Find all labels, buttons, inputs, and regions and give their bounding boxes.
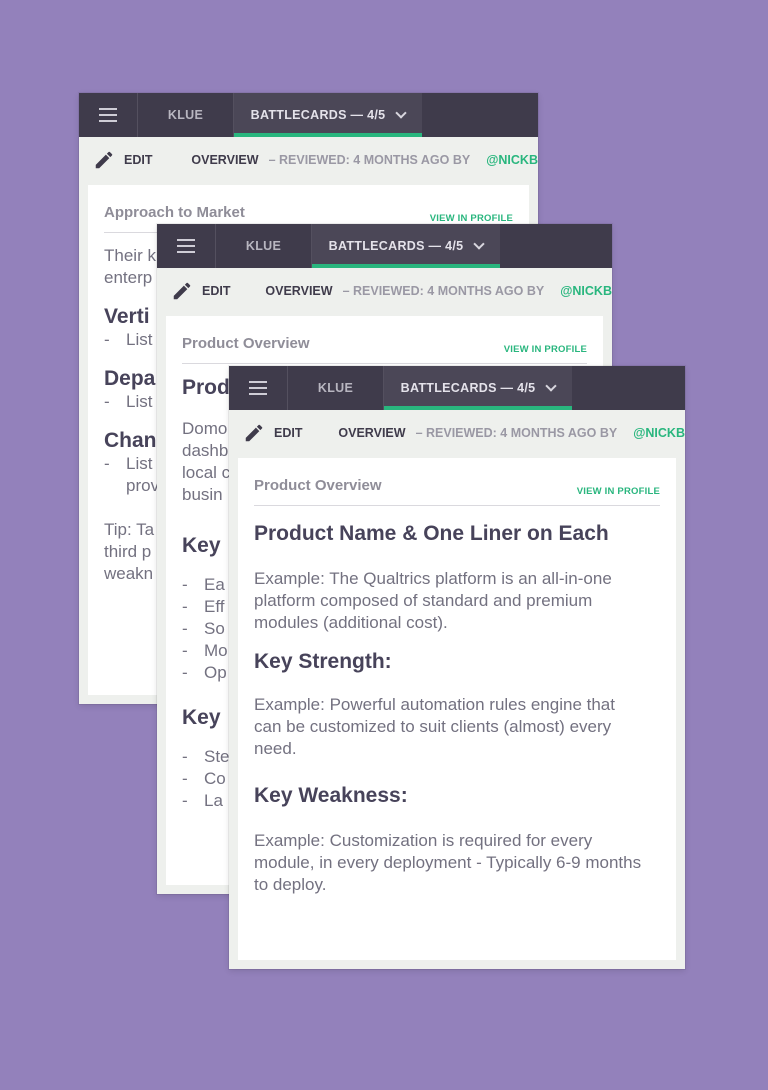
overview-label: OVERVIEW [265,284,333,298]
edit-label: EDIT [202,284,231,298]
key-strength-heading: Key Strength: [254,650,392,673]
edit-label: EDIT [124,153,153,167]
edit-label: EDIT [274,426,303,440]
section-title: Product Overview [254,477,382,494]
reviewed-status: – REVIEWED: 4 MONTHS AGO BY [268,153,471,167]
top-nav: KLUE BATTLECARDS — 4/5 [229,366,685,410]
chevron-down-icon[interactable] [545,379,558,392]
reviewed-status: – REVIEWED: 4 MONTHS AGO BY [342,284,545,298]
top-nav: KLUE BATTLECARDS — 4/5 [157,224,612,268]
tab-battlecards-label: BATTLECARDS — 4/5 [400,381,536,395]
overview-label: OVERVIEW [191,153,259,167]
pencil-icon [245,424,263,442]
view-in-profile-link[interactable]: VIEW IN PROFILE [504,344,587,355]
tab-klue[interactable]: KLUE [216,224,312,268]
tab-battlecards-label: BATTLECARDS — 4/5 [250,108,386,122]
product-name-heading: Product Name & One Liner on Each [254,522,609,545]
key-weakness-heading: Key Weakness: [254,784,408,807]
overview-label: OVERVIEW [338,426,406,440]
edit-button[interactable]: EDIT [93,149,177,171]
reviewer-link[interactable]: @NICKB [486,153,538,167]
edit-button[interactable]: EDIT [243,422,324,444]
pencil-icon [95,151,113,169]
card-toolbar: EDIT OVERVIEW – REVIEWED: 4 MONTHS AGO B… [79,137,538,183]
reviewer-link[interactable]: @NICKB [560,284,612,298]
card-toolbar: EDIT OVERVIEW – REVIEWED: 4 MONTHS AGO B… [157,268,612,314]
key-strength-text: Example: Powerful automation rules engin… [254,695,615,758]
section-title: Approach to Market [104,204,245,221]
tab-klue[interactable]: KLUE [138,93,234,137]
view-in-profile-link[interactable]: VIEW IN PROFILE [430,213,513,224]
chevron-down-icon[interactable] [473,237,486,250]
hamburger-menu-icon[interactable] [157,224,216,268]
tab-battlecards-label: BATTLECARDS — 4/5 [328,239,464,253]
chevron-down-icon[interactable] [395,106,408,119]
hamburger-menu-icon[interactable] [229,366,288,410]
card-toolbar: EDIT OVERVIEW – REVIEWED: 4 MONTHS AGO B… [229,410,685,456]
tab-battlecards[interactable]: BATTLECARDS — 4/5 [384,366,572,410]
tab-klue[interactable]: KLUE [288,366,384,410]
reviewed-status: – REVIEWED: 4 MONTHS AGO BY [415,426,618,440]
tab-battlecards[interactable]: BATTLECARDS — 4/5 [234,93,422,137]
view-in-profile-link[interactable]: VIEW IN PROFILE [577,486,660,497]
tab-battlecards[interactable]: BATTLECARDS — 4/5 [312,224,500,268]
top-nav: KLUE BATTLECARDS — 4/5 [79,93,538,137]
edit-button[interactable]: EDIT [171,280,252,302]
battlecard-front: KLUE BATTLECARDS — 4/5 EDIT OVERVIEW – R… [229,366,685,969]
product-name-text: Example: The Qualtrics platform is an al… [254,569,612,632]
pencil-icon [173,282,191,300]
reviewer-link[interactable]: @NICKB [633,426,685,440]
key-weakness-text: Example: Customization is required for e… [254,831,642,894]
card-body: Product Overview VIEW IN PROFILE Product… [238,458,676,960]
hamburger-menu-icon[interactable] [79,93,138,137]
section-title: Product Overview [182,335,310,352]
